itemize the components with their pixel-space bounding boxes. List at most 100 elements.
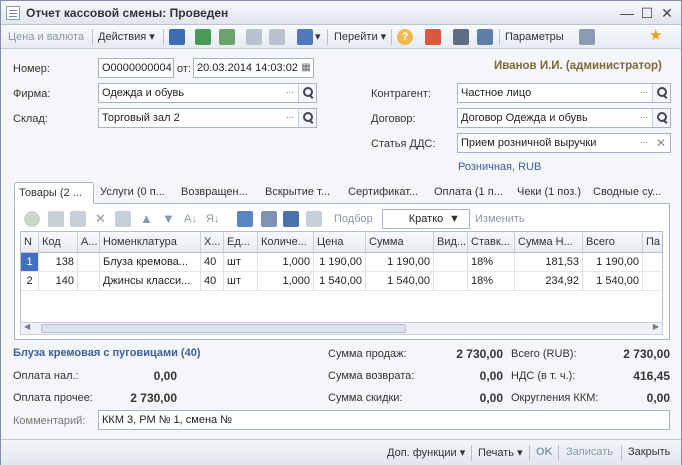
column-header[interactable]: Х...	[201, 232, 224, 253]
close-button[interactable]: Закрыть	[628, 446, 670, 458]
counterparty-field[interactable]: Частное лицо...	[457, 83, 671, 103]
tab-payment[interactable]: Оплата (1 п...	[430, 182, 507, 204]
sort-asc-icon[interactable]: A↓	[184, 211, 197, 227]
column-header[interactable]: Па	[643, 232, 662, 253]
multi-paste-icon[interactable]	[306, 211, 322, 227]
document-window: Отчет кассовой смены: Проведен — ☐ ✕ Цен…	[0, 0, 682, 465]
column-header[interactable]: Код	[39, 232, 78, 253]
calendar-icon[interactable]: ▦	[299, 59, 313, 77]
add-row-icon[interactable]	[24, 211, 40, 227]
refresh-icon[interactable]	[195, 29, 211, 45]
sort-desc-icon[interactable]: Я↓	[206, 211, 219, 227]
cell-price: 1 540,00	[314, 272, 366, 291]
firm-select-icon[interactable]: ...	[282, 84, 298, 102]
firm-open-icon[interactable]	[298, 84, 316, 102]
save-button[interactable]: Записать	[566, 446, 613, 458]
select-button[interactable]: Подбор	[334, 211, 373, 227]
column-header[interactable]: Вид...	[434, 232, 468, 253]
copy-document-icon[interactable]	[219, 29, 235, 45]
actions-menu[interactable]: Действия ▾	[98, 29, 155, 45]
tab-opening[interactable]: Вскрытие т...	[261, 182, 334, 204]
warehouse-open-icon[interactable]	[298, 109, 316, 127]
list-view-icon[interactable]	[453, 29, 469, 45]
goods-table[interactable]: N Код А... Номенклатура Х... Ед... Колич…	[20, 231, 663, 324]
mode-dropdown-icon[interactable]: ▼	[449, 211, 460, 227]
column-header[interactable]: Цена	[314, 232, 366, 253]
contract-select-icon[interactable]: ...	[636, 109, 652, 127]
sales-label: Сумма продаж:	[328, 348, 407, 360]
warehouse-label: Склад:	[13, 113, 48, 125]
delete-row-icon[interactable]: ✕	[95, 211, 106, 227]
actions-label: Действия	[98, 31, 147, 43]
save-row-icon[interactable]	[115, 211, 131, 227]
copy-row-icon[interactable]	[48, 211, 64, 227]
price-type-link[interactable]: Розничная, RUB	[458, 161, 541, 173]
edit-row-icon[interactable]	[70, 211, 86, 227]
scroll-left-icon[interactable]: ◀	[24, 322, 30, 331]
post-document-icon[interactable]	[169, 29, 185, 45]
comment-field[interactable]: ККМ 3, РМ № 1, смена №	[98, 410, 670, 430]
movements-icon[interactable]	[269, 29, 285, 45]
journal-icon[interactable]	[579, 29, 595, 45]
warehouse-select-icon[interactable]: ...	[282, 109, 298, 127]
contract-field[interactable]: Договор Одежда и обувь...	[457, 108, 671, 128]
cell-code: 140	[39, 272, 78, 291]
extra-functions-menu[interactable]: Доп. функции ▾	[387, 446, 465, 459]
tab-receipts[interactable]: Чеки (1 поз.)	[513, 182, 585, 204]
help-icon[interactable]: ?	[397, 29, 413, 45]
number-field[interactable]: О0000000004	[98, 58, 174, 78]
maximize-icon[interactable]: ☐	[639, 5, 655, 21]
main-toolbar: Цена и валюта Действия ▾ ▾ Перейти ▾ ? П…	[1, 25, 681, 49]
horizontal-scrollbar[interactable]: ◀ ▶	[20, 322, 663, 335]
column-header[interactable]: А...	[78, 232, 100, 253]
ok-button[interactable]: OK	[536, 446, 553, 458]
change-button[interactable]: Изменить	[475, 211, 525, 227]
scroll-right-icon[interactable]: ▶	[653, 322, 659, 331]
tab-services[interactable]: Услуги (0 п...	[96, 182, 169, 204]
structure-icon[interactable]	[246, 29, 262, 45]
minimize-icon[interactable]: —	[619, 5, 635, 21]
dds-select-icon[interactable]: ...	[636, 134, 652, 152]
tab-goods[interactable]: Товары (2 ...	[14, 182, 94, 204]
based-on-dropdown-icon[interactable]: ▾	[315, 29, 321, 45]
copy-icon[interactable]	[237, 211, 253, 227]
checklist-icon[interactable]	[477, 29, 493, 45]
print-menu[interactable]: Печать ▾	[478, 446, 523, 459]
warehouse-field[interactable]: Торговый зал 2...	[98, 108, 317, 128]
move-down-icon[interactable]: ▼	[162, 211, 175, 227]
dds-clear-icon[interactable]: ✕	[652, 134, 670, 152]
counterparty-select-icon[interactable]: ...	[636, 84, 652, 102]
tab-summary[interactable]: Сводные су...	[589, 182, 665, 204]
column-header[interactable]: Ставк...	[468, 232, 515, 253]
tab-returns[interactable]: Возвращен...	[177, 182, 252, 204]
cell-total: 1 540,00	[583, 272, 643, 291]
cell-kind	[434, 253, 468, 272]
paste-icon[interactable]	[261, 211, 277, 227]
goto-menu[interactable]: Перейти ▾	[334, 29, 386, 45]
column-header[interactable]: Ед...	[224, 232, 258, 253]
price-currency-button[interactable]: Цена и валюта	[8, 29, 84, 45]
parameters-button[interactable]: Параметры	[505, 29, 564, 45]
contract-open-icon[interactable]	[652, 109, 670, 127]
firm-field[interactable]: Одежда и обувь...	[98, 83, 317, 103]
column-header[interactable]: Количе...	[258, 232, 314, 253]
column-header[interactable]: Всего	[583, 232, 643, 253]
warehouse-value: Торговый зал 2	[102, 112, 180, 124]
hierarchy-icon[interactable]	[425, 29, 441, 45]
column-header[interactable]: Номенклатура	[100, 232, 201, 253]
column-header[interactable]: Сумма	[366, 232, 434, 253]
column-header[interactable]: Сумма Н...	[515, 232, 583, 253]
date-field[interactable]: 20.03.2014 14:03:02 ▦	[193, 58, 314, 78]
window-title: Отчет кассовой смены: Проведен	[26, 6, 229, 20]
counterparty-open-icon[interactable]	[652, 84, 670, 102]
move-up-icon[interactable]: ▲	[140, 211, 153, 227]
close-icon[interactable]: ✕	[659, 5, 675, 21]
toolbar-separator	[391, 29, 392, 45]
multi-copy-icon[interactable]	[283, 211, 299, 227]
dds-field[interactable]: Прием розничной выручки... ✕	[457, 133, 671, 153]
tab-certificates[interactable]: Сертификат...	[344, 182, 422, 204]
scroll-thumb[interactable]	[41, 324, 406, 333]
favorite-star-icon[interactable]: ★	[649, 28, 662, 44]
column-header[interactable]: N	[21, 232, 39, 253]
based-on-icon[interactable]	[297, 29, 313, 45]
